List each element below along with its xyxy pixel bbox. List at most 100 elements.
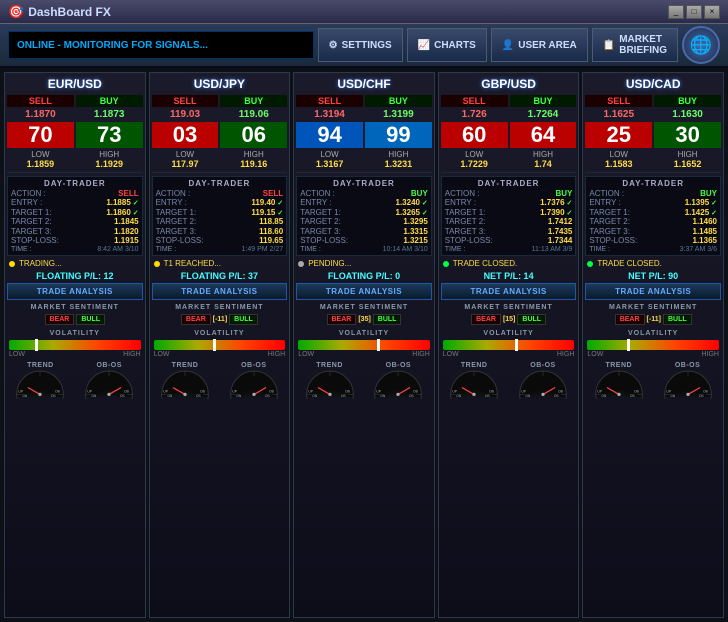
obos-gauge: OB-OS [510,362,577,399]
app-icon: 🎯 [8,4,24,20]
bear-button[interactable]: BEAR [615,314,645,325]
status-indicator: TRADING... [7,258,143,269]
trade-analysis-button[interactable]: TRADE ANALYSIS [152,283,288,300]
high-side: HIGH 1.74 [510,150,577,169]
volatility-section: LOW HIGH [296,339,432,358]
obos-gauge: OB-OS [365,362,432,399]
svg-text:OS: OS [196,394,202,398]
buy-label: BUY [510,95,577,107]
user-label: USER AREA [518,40,577,51]
vol-high-label: HIGH [557,351,575,358]
obos-gauge: OB-OS [220,362,287,399]
volatility-bar [298,340,430,350]
sentiment-value: [-11] [213,316,227,323]
low-side: LOW 1.1583 [585,150,652,169]
charts-button[interactable]: 📈 CHARTS [407,28,487,62]
maximize-button[interactable]: □ [686,5,702,19]
high-side: HIGH 1.1652 [654,150,721,169]
floating-pl: NET P/L: 90 [585,271,721,281]
big-sell: 70 [7,122,74,148]
status-indicator: TRADE CLOSED. [585,258,721,269]
low-side: LOW 1.3167 [296,150,363,169]
big-sell: 60 [441,122,508,148]
full-prices: 1.726 1.7264 [441,109,577,120]
bear-button[interactable]: BEAR [471,314,501,325]
high-side: HIGH 1.3231 [365,150,432,169]
volatility-bar [9,340,141,350]
big-sell: 94 [296,122,363,148]
gauges-row: TREND [585,362,721,399]
price-big: 25 30 [585,122,721,148]
trade-analysis-button[interactable]: TRADE ANALYSIS [441,283,577,300]
low-high: LOW 1.7229 HIGH 1.74 [441,150,577,169]
svg-text:OB: OB [269,390,275,394]
trend-gauge: TREND [441,362,508,399]
panel-eurusd: EUR/USD SELL BUY 1.1870 1.1873 70 73 LOW… [4,72,146,618]
day-trader-section: DAY-TRADER ACTION : SELL ENTRY : 1.1885 … [7,176,143,256]
globe-button[interactable]: 🌐 [682,26,720,64]
sell-price: 1.1870 [7,109,74,120]
status-indicator: PENDING... [296,258,432,269]
svg-text:OB: OB [489,390,495,394]
status-text: PENDING... [308,259,351,268]
big-buy: 06 [220,122,287,148]
svg-text:DN: DN [167,394,172,398]
bull-button[interactable]: BULL [517,314,546,325]
obos-gauge: OB-OS [654,362,721,399]
minimize-button[interactable]: _ [668,5,684,19]
main-content: EUR/USD SELL BUY 1.1870 1.1873 70 73 LOW… [0,68,728,622]
svg-text:DN: DN [457,394,462,398]
trade-analysis-button[interactable]: TRADE ANALYSIS [585,283,721,300]
user-area-button[interactable]: 👤 USER AREA [491,28,588,62]
bear-button[interactable]: BEAR [181,314,211,325]
volatility-section: LOW HIGH [152,339,288,358]
sell-label: SELL [7,95,74,107]
bull-button[interactable]: BULL [229,314,258,325]
status-dot [154,261,160,267]
close-button[interactable]: × [704,5,720,19]
obos-gauge: OB-OS [76,362,143,399]
bull-button[interactable]: BULL [76,314,105,325]
volatility-title: VOLATILITY [7,330,143,337]
volatility-title: VOLATILITY [585,330,721,337]
bull-button[interactable]: BULL [663,314,692,325]
bull-button[interactable]: BULL [373,314,402,325]
briefing-label: MARKETBRIEFING [619,34,667,56]
bear-button[interactable]: BEAR [327,314,357,325]
market-briefing-button[interactable]: 📋 MARKETBRIEFING [592,28,678,62]
svg-text:OB: OB [345,390,351,394]
settings-button[interactable]: ⚙ SETTINGS [318,28,403,62]
volatility-title: VOLATILITY [441,330,577,337]
status-text: TRADE CLOSED. [453,259,517,268]
pair-title: USD/CHF [296,75,432,93]
vol-high-label: HIGH [268,351,286,358]
trade-analysis-button[interactable]: TRADE ANALYSIS [296,283,432,300]
vol-high-label: HIGH [701,351,719,358]
trend-gauge: TREND [585,362,652,399]
buy-price: 1.1630 [654,109,721,120]
low-side: LOW 1.7229 [441,150,508,169]
trade-analysis-button[interactable]: TRADE ANALYSIS [7,283,143,300]
sentiment-row: BEAR [15] BULL [441,314,577,325]
floating-pl: FLOATING P/L: 0 [296,271,432,281]
sell-buy-header: SELL BUY [585,95,721,107]
floating-pl: NET P/L: 14 [441,271,577,281]
svg-text:DN: DN [525,394,530,398]
bear-button[interactable]: BEAR [45,314,75,325]
panel-usdjpy: USD/JPY SELL BUY 119.03 119.06 03 06 LOW… [149,72,291,618]
user-icon: 👤 [502,40,514,51]
pair-title: USD/JPY [152,75,288,93]
pair-title: GBP/USD [441,75,577,93]
low-side: LOW 117.97 [152,150,219,169]
svg-text:DN: DN [23,394,28,398]
svg-text:OS: OS [554,394,560,398]
sentiment-value: [35] [358,316,370,323]
sentiment-row: BEAR [-11] BULL [152,314,288,325]
trend-gauge: TREND [296,362,363,399]
buy-label: BUY [76,95,143,107]
sell-label: SELL [152,95,219,107]
buy-label: BUY [654,95,721,107]
sentiment-row: BEAR BULL [7,314,143,325]
big-buy: 73 [76,122,143,148]
buy-label: BUY [365,95,432,107]
